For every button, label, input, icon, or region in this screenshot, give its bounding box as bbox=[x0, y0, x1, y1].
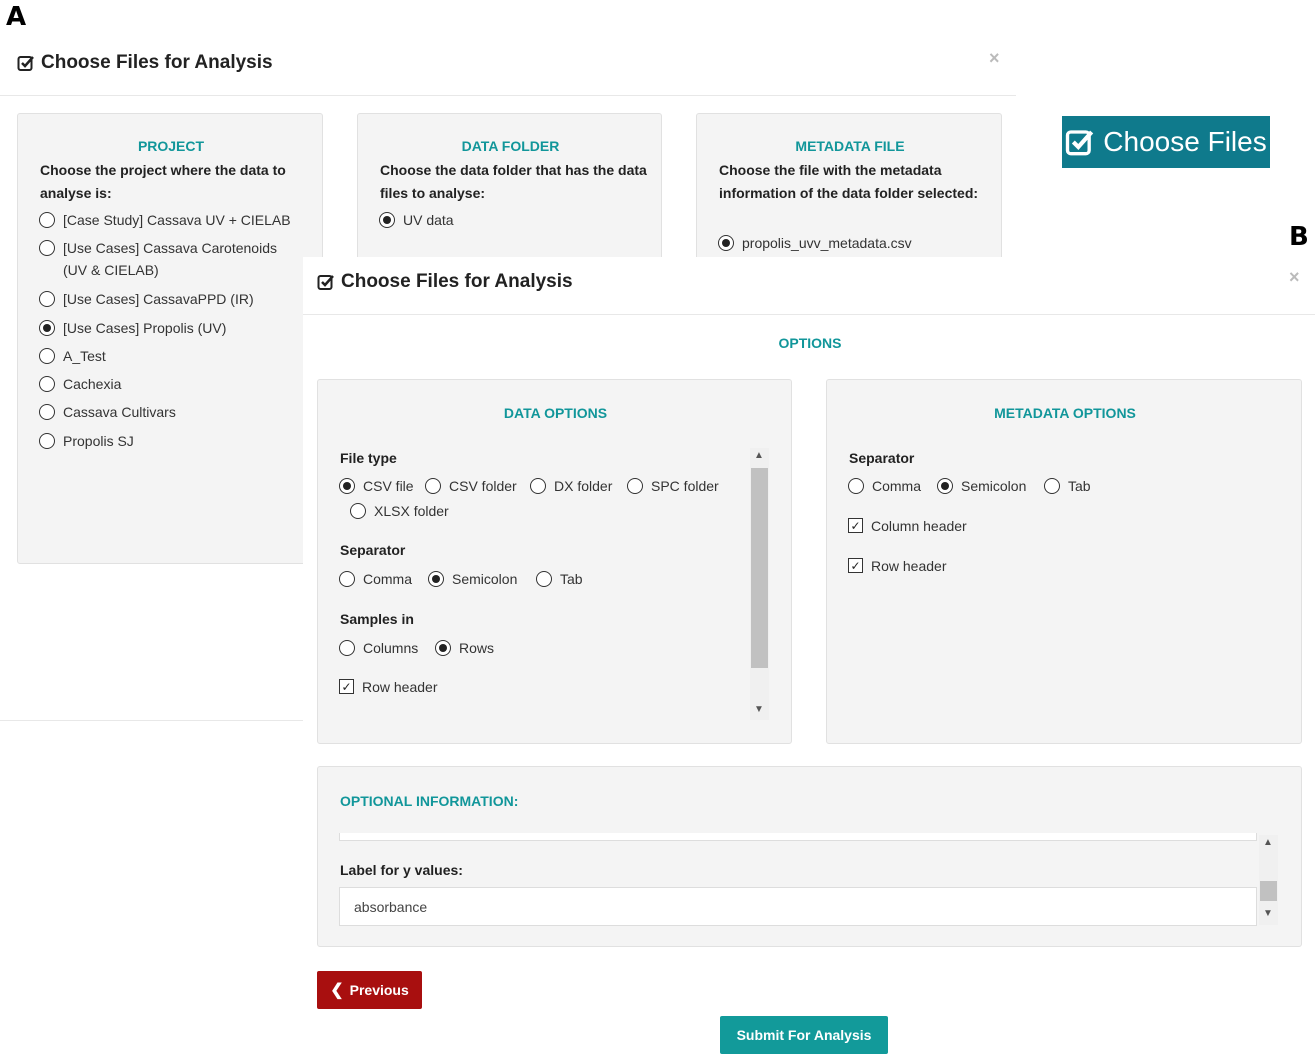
radio-icon[interactable] bbox=[39, 348, 55, 364]
radio-icon[interactable] bbox=[339, 571, 355, 587]
file-type-option[interactable]: CSV file bbox=[339, 475, 414, 497]
options-heading: OPTIONS bbox=[778, 335, 842, 351]
modal-title-b: Choose Files for Analysis bbox=[317, 271, 573, 293]
radio-icon[interactable] bbox=[718, 235, 734, 251]
file-type-option[interactable]: CSV folder bbox=[425, 475, 517, 497]
radio-icon[interactable] bbox=[627, 478, 643, 494]
header-divider bbox=[303, 314, 1315, 315]
radio-icon[interactable] bbox=[39, 212, 55, 228]
metadata-options-heading: METADATA OPTIONS bbox=[994, 405, 1136, 421]
previous-label: Previous bbox=[349, 982, 409, 998]
radio-icon[interactable] bbox=[39, 320, 55, 336]
project-option[interactable]: [Use Cases] Propolis (UV) bbox=[39, 317, 226, 339]
choose-files-button[interactable]: Choose Files bbox=[1062, 116, 1270, 168]
checkmark-icon[interactable]: ✓ bbox=[848, 518, 863, 533]
panel-letter-a: A bbox=[6, 2, 27, 32]
project-option[interactable]: Cassava Cultivars bbox=[39, 401, 176, 423]
radio-icon[interactable] bbox=[530, 478, 546, 494]
project-option[interactable]: Cachexia bbox=[39, 373, 121, 395]
samples-in-option[interactable]: Rows bbox=[435, 637, 494, 659]
chevron-up-icon[interactable]: ▲ bbox=[750, 450, 768, 461]
header-divider bbox=[0, 95, 1016, 96]
separator-label: Separator bbox=[849, 450, 915, 466]
samples-in-label: Samples in bbox=[340, 611, 414, 627]
file-type-option[interactable]: XLSX folder bbox=[350, 500, 449, 522]
data-folder-option[interactable]: UV data bbox=[379, 209, 454, 231]
radio-icon[interactable] bbox=[1044, 478, 1060, 494]
checkmark-icon[interactable]: ✓ bbox=[848, 558, 863, 573]
separator-option[interactable]: Comma bbox=[339, 568, 412, 590]
chevron-down-icon[interactable]: ▼ bbox=[750, 704, 768, 715]
project-option[interactable]: [Case Study] Cassava UV + CIELAB bbox=[39, 209, 291, 231]
submit-label: Submit For Analysis bbox=[736, 1027, 872, 1043]
column-header-checkbox[interactable]: ✓ Column header bbox=[848, 515, 967, 537]
separator-option[interactable]: Tab bbox=[536, 568, 583, 590]
radio-icon[interactable] bbox=[848, 478, 864, 494]
project-description: Choose the project where the data to ana… bbox=[40, 162, 286, 201]
project-option[interactable]: [Use Cases] Cassava Carotenoids (UV & CI… bbox=[39, 237, 289, 281]
previous-button[interactable]: ❮ Previous bbox=[317, 971, 422, 1009]
y-label-label: Label for y values: bbox=[340, 862, 463, 878]
radio-icon[interactable] bbox=[536, 571, 552, 587]
radio-icon[interactable] bbox=[339, 640, 355, 656]
check-square-icon bbox=[1066, 130, 1094, 156]
project-heading: PROJECT bbox=[137, 138, 205, 154]
radio-icon[interactable] bbox=[339, 478, 355, 494]
data-folder-description: Choose the data folder that has the data… bbox=[380, 162, 647, 201]
radio-icon[interactable] bbox=[39, 240, 55, 256]
modal-title-text: Choose Files for Analysis bbox=[341, 271, 573, 292]
file-type-option[interactable]: SPC folder bbox=[627, 475, 719, 497]
chevron-up-icon[interactable]: ▲ bbox=[1259, 837, 1277, 848]
previous-input-edge bbox=[339, 833, 1257, 841]
optional-info-heading: OPTIONAL INFORMATION: bbox=[340, 793, 519, 809]
samples-in-option[interactable]: Columns bbox=[339, 637, 418, 659]
radio-icon[interactable] bbox=[435, 640, 451, 656]
choose-files-label: Choose Files bbox=[1103, 126, 1267, 157]
data-options-heading: DATA OPTIONS bbox=[503, 405, 608, 421]
file-type-label: File type bbox=[340, 450, 397, 466]
y-label-input[interactable]: absorbance bbox=[339, 887, 1257, 926]
radio-icon[interactable] bbox=[39, 376, 55, 392]
project-option[interactable]: A_Test bbox=[39, 345, 106, 367]
separator-option[interactable]: Semicolon bbox=[937, 475, 1026, 497]
file-type-option[interactable]: DX folder bbox=[530, 475, 612, 497]
separator-option[interactable]: Comma bbox=[848, 475, 921, 497]
radio-icon[interactable] bbox=[39, 433, 55, 449]
modal-title-a: Choose Files for Analysis bbox=[17, 52, 273, 74]
metadata-file-option[interactable]: propolis_uvv_metadata.csv bbox=[718, 232, 912, 254]
radio-icon[interactable] bbox=[425, 478, 441, 494]
separator-option[interactable]: Semicolon bbox=[428, 568, 517, 590]
close-icon[interactable]: × bbox=[1289, 267, 1300, 288]
metadata-file-description: Choose the file with the metadata inform… bbox=[719, 162, 979, 201]
radio-icon[interactable] bbox=[39, 291, 55, 307]
chevron-left-icon: ❮ bbox=[330, 982, 344, 999]
check-square-icon bbox=[17, 56, 34, 71]
radio-icon[interactable] bbox=[350, 503, 366, 519]
check-square-icon bbox=[317, 275, 334, 290]
radio-icon[interactable] bbox=[937, 478, 953, 494]
data-folder-heading: DATA FOLDER bbox=[461, 138, 560, 154]
checkmark-icon[interactable]: ✓ bbox=[339, 679, 354, 694]
modal-title-text: Choose Files for Analysis bbox=[41, 52, 273, 73]
data-folder-card: DATA FOLDER Choose the data folder that … bbox=[357, 113, 662, 273]
submit-button[interactable]: Submit For Analysis bbox=[720, 1016, 888, 1054]
radio-icon[interactable] bbox=[39, 404, 55, 420]
row-header-checkbox[interactable]: ✓ Row header bbox=[339, 676, 438, 698]
scrollbar-thumb[interactable] bbox=[1260, 881, 1277, 901]
scrollbar-thumb[interactable] bbox=[751, 468, 768, 668]
radio-icon[interactable] bbox=[428, 571, 444, 587]
project-option[interactable]: [Use Cases] CassavaPPD (IR) bbox=[39, 288, 254, 310]
project-option[interactable]: Propolis SJ bbox=[39, 430, 134, 452]
radio-icon[interactable] bbox=[379, 212, 395, 228]
chevron-down-icon[interactable]: ▼ bbox=[1259, 908, 1277, 919]
panel-letter-b: B bbox=[1289, 222, 1309, 252]
close-icon[interactable]: × bbox=[989, 48, 1000, 69]
metadata-file-heading: METADATA FILE bbox=[795, 138, 905, 154]
row-header-checkbox[interactable]: ✓ Row header bbox=[848, 555, 947, 577]
separator-option[interactable]: Tab bbox=[1044, 475, 1091, 497]
separator-label: Separator bbox=[340, 542, 406, 558]
footer-divider bbox=[0, 720, 305, 721]
